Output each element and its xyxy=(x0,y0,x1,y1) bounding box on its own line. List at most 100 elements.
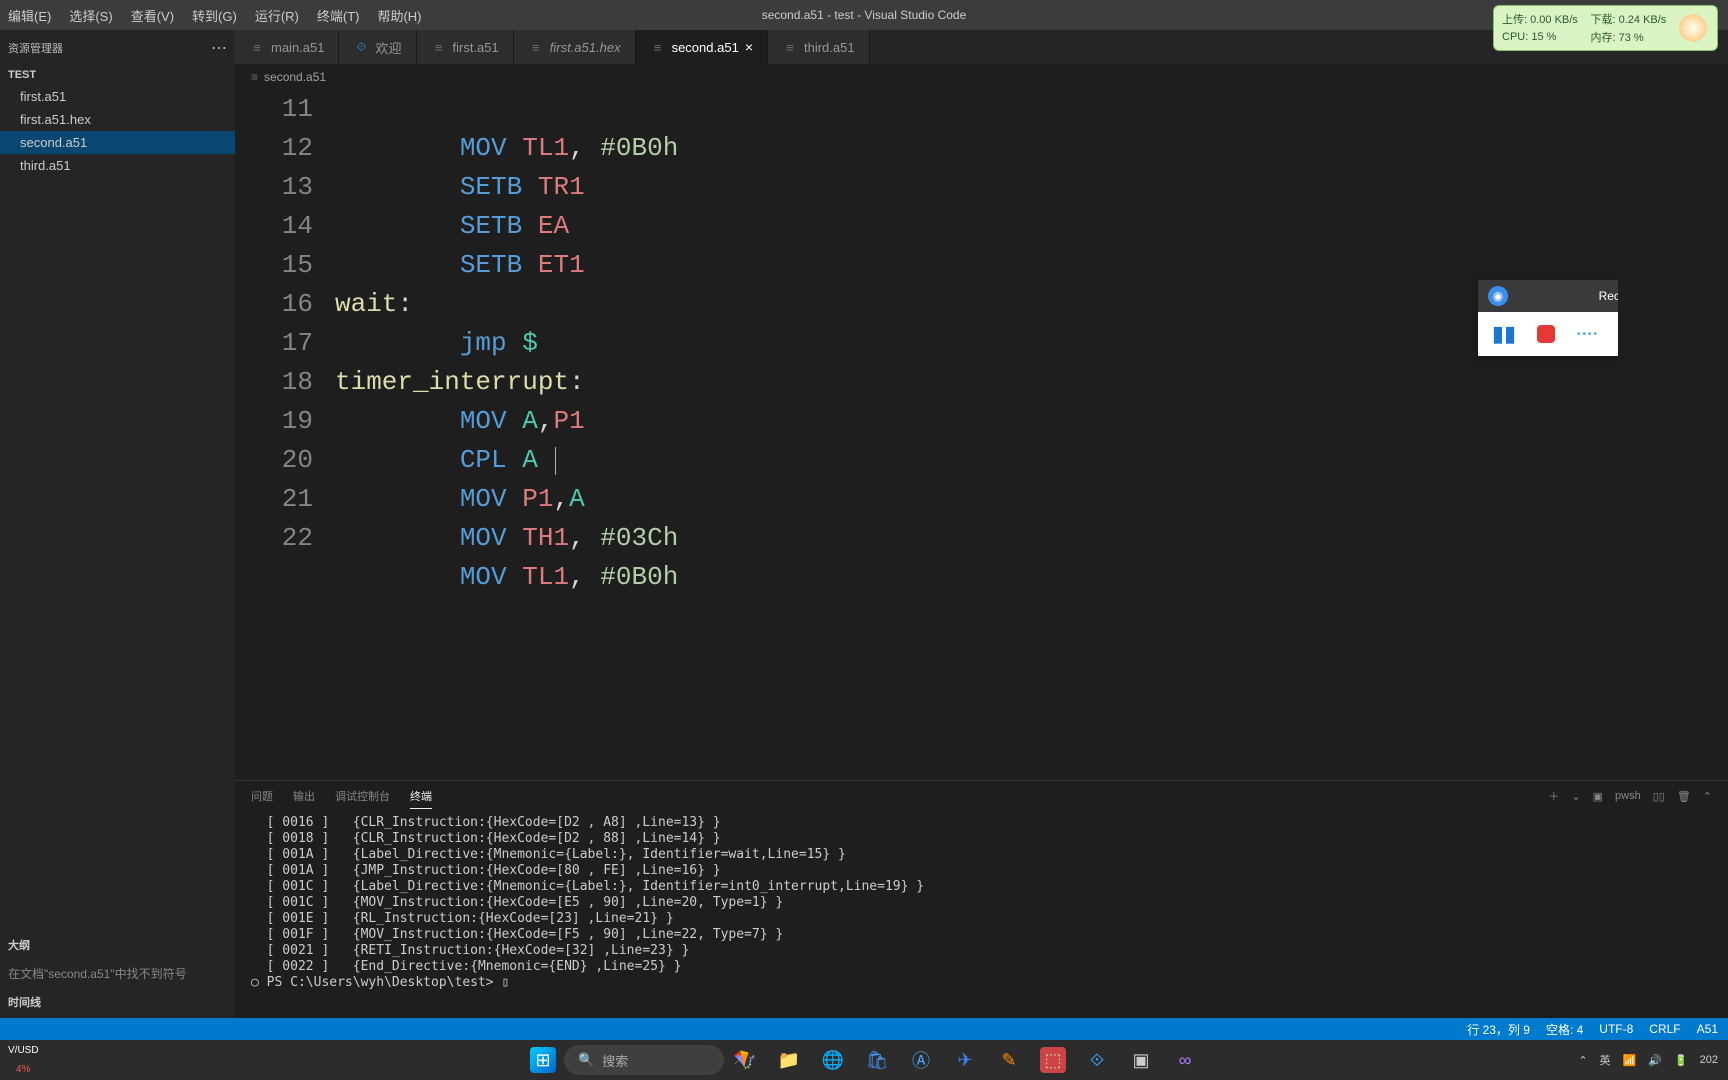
file-item[interactable]: first.a51.hex xyxy=(0,108,235,131)
file-icon: ≡ xyxy=(251,70,258,84)
wireshark-icon[interactable]: ⬚ xyxy=(1040,1047,1066,1073)
code-editor[interactable]: 111213141516171819202122 MOV TL1, #0B0h … xyxy=(235,90,1728,780)
taskbar-tray[interactable]: ⌃ 英 📶 🔊 🔋 202 xyxy=(1578,1052,1718,1068)
code-content[interactable]: MOV TL1, #0B0h SETB TR1 SETB EA SETB ET1… xyxy=(335,90,1618,780)
vscode-icon[interactable]: ⟐ xyxy=(1084,1047,1110,1073)
code-line[interactable]: SETB TR1 xyxy=(335,168,1618,207)
tab-label: 欢迎 xyxy=(375,38,401,57)
editor-tab[interactable]: ≡main.a51 xyxy=(235,30,339,64)
file-icon: ≡ xyxy=(431,39,447,55)
panel-tab[interactable]: 终端 xyxy=(410,784,432,809)
status-encoding[interactable]: UTF-8 xyxy=(1599,1022,1633,1036)
performance-overlay: 上传: 0.00 KB/s 下载: 0.24 KB/s CPU: 15 % 内存… xyxy=(1493,5,1718,51)
code-line[interactable]: CPL A xyxy=(335,441,1618,480)
menu-bar: 编辑(E) 选择(S) 查看(V) 转到(G) 运行(R) 终端(T) 帮助(H) xyxy=(8,0,422,30)
ticker-symbol: V/USD xyxy=(8,1045,39,1056)
vscode-icon: ⟐ xyxy=(353,39,369,55)
panel-tabs: 问题输出调试控制台终端 ＋ ⌄ ▣ pwsh ▯▯ 🗑 ⌃ xyxy=(235,781,1728,811)
tray-chevron-icon[interactable]: ⌃ xyxy=(1578,1054,1587,1067)
editor-tab[interactable]: ≡second.a51× xyxy=(636,30,768,64)
folder-label[interactable]: TEST xyxy=(0,65,235,85)
code-line[interactable]: MOV A,P1 xyxy=(335,402,1618,441)
text-caret xyxy=(555,447,556,475)
editor-region: ≡main.a51⟐欢迎≡first.a51≡first.a51.hex≡sec… xyxy=(235,30,1728,1018)
feishu-icon[interactable]: ✈ xyxy=(952,1047,978,1073)
code-line[interactable]: MOV P1,A xyxy=(335,480,1618,519)
file-icon: ≡ xyxy=(249,39,265,55)
line-number-gutter: 111213141516171819202122 xyxy=(235,90,335,780)
editor-tab[interactable]: ≡third.a51 xyxy=(768,30,870,64)
bottom-panel: 问题输出调试控制台终端 ＋ ⌄ ▣ pwsh ▯▯ 🗑 ⌃ [ 0016 ] {… xyxy=(235,780,1728,1018)
terminal-output[interactable]: [ 0016 ] {CLR_Instruction:{HexCode=[D2 ,… xyxy=(235,811,1728,1018)
terminal-dropdown-icon[interactable]: ⌄ xyxy=(1571,790,1580,803)
app-store-icon[interactable]: Ⓐ xyxy=(908,1047,934,1073)
visualstudio-icon[interactable]: ∞ xyxy=(1172,1047,1198,1073)
code-line[interactable]: MOV TL1, #0B0h xyxy=(335,129,1618,168)
code-line[interactable]: SETB ET1 xyxy=(335,246,1618,285)
wifi-icon[interactable]: 📶 xyxy=(1623,1054,1637,1067)
split-terminal-icon[interactable]: ▯▯ xyxy=(1653,790,1665,803)
outline-section[interactable]: 大纲 xyxy=(0,929,235,961)
status-eol[interactable]: CRLF xyxy=(1649,1022,1680,1036)
panel-actions: ＋ ⌄ ▣ pwsh ▯▯ 🗑 ⌃ xyxy=(1548,788,1712,804)
new-terminal-icon[interactable]: ＋ xyxy=(1548,788,1559,804)
editor-tab[interactable]: ⟐ 欢迎 xyxy=(339,30,416,64)
breadcrumb-file: second.a51 xyxy=(264,70,326,84)
explorer-more-icon[interactable]: ⋯ xyxy=(211,38,227,58)
timeline-section[interactable]: 时间线 xyxy=(0,986,235,1018)
code-line[interactable]: timer_interrupt: xyxy=(335,363,1618,402)
store-icon[interactable]: 🛍 xyxy=(864,1047,890,1073)
menu-item[interactable]: 运行(R) xyxy=(255,6,299,25)
editor-tab[interactable]: ≡ first.a51 xyxy=(417,30,514,64)
code-line[interactable]: MOV TL1, #0B0h xyxy=(335,558,1618,597)
search-icon: 🔍 xyxy=(578,1052,594,1068)
file-item[interactable]: third.a51 xyxy=(0,154,235,177)
taskbar-ticker[interactable]: V/USD 4% xyxy=(8,1045,39,1075)
panel-tab[interactable]: 调试控制台 xyxy=(335,784,390,808)
menu-item[interactable]: 查看(V) xyxy=(131,6,174,25)
panel-maximize-icon[interactable]: ⌃ xyxy=(1703,790,1712,803)
ime-label[interactable]: 英 xyxy=(1600,1052,1611,1068)
explorer-icon[interactable]: 📁 xyxy=(776,1047,802,1073)
editor-tab[interactable]: ≡first.a51.hex xyxy=(514,30,636,64)
taskbar: V/USD 4% ⊞ 🔍 搜索 🪁 📁 🌐 🛍 Ⓐ ✈ ✎ ⬚ ⟐ ▣ ∞ ⌃ … xyxy=(0,1040,1728,1080)
outline-message: 在文档"second.a51"中找不到符号 xyxy=(0,961,235,986)
menu-item[interactable]: 选择(S) xyxy=(69,6,112,25)
status-line-col[interactable]: 行 23，列 9 xyxy=(1467,1021,1530,1038)
ticker-change: 4% xyxy=(16,1064,30,1075)
code-line[interactable]: SETB EA xyxy=(335,207,1618,246)
close-icon[interactable]: × xyxy=(745,39,753,55)
panel-tab[interactable]: 问题 xyxy=(251,784,273,808)
panel-tab[interactable]: 输出 xyxy=(293,784,315,808)
battery-icon[interactable]: 🔋 xyxy=(1674,1054,1688,1067)
start-button[interactable]: ⊞ xyxy=(530,1047,556,1073)
menu-item[interactable]: 帮助(H) xyxy=(377,6,421,25)
minimap[interactable] xyxy=(1618,90,1728,780)
code-line[interactable]: MOV TH1, #03Ch xyxy=(335,519,1618,558)
explorer-title: 资源管理器 xyxy=(8,40,63,56)
status-language[interactable]: A51 xyxy=(1697,1022,1718,1036)
perf-memory: 内存: 73 % xyxy=(1591,29,1680,45)
code-line[interactable]: wait: xyxy=(335,285,1618,324)
copilot-icon[interactable]: 🪁 xyxy=(732,1047,758,1073)
tab-label: third.a51 xyxy=(804,40,855,55)
clock-year[interactable]: 202 xyxy=(1700,1054,1718,1066)
menu-item[interactable]: 终端(T) xyxy=(317,6,360,25)
tab-label: first.a51 xyxy=(453,40,499,55)
breadcrumb[interactable]: ≡ second.a51 xyxy=(235,64,1728,90)
code-line[interactable]: jmp $ xyxy=(335,324,1618,363)
edge-icon[interactable]: 🌐 xyxy=(820,1047,846,1073)
status-spaces[interactable]: 空格: 4 xyxy=(1546,1021,1583,1038)
menu-item[interactable]: 编辑(E) xyxy=(8,6,51,25)
trash-icon[interactable]: 🗑 xyxy=(1677,790,1691,803)
file-item[interactable]: first.a51 xyxy=(0,85,235,108)
editor-icon[interactable]: ✎ xyxy=(996,1047,1022,1073)
taskbar-search[interactable]: 🔍 搜索 xyxy=(564,1045,724,1075)
terminal-shell-label[interactable]: pwsh xyxy=(1615,790,1641,802)
window-title: second.a51 - test - Visual Studio Code xyxy=(762,8,967,22)
menu-item[interactable]: 转到(G) xyxy=(192,6,237,25)
code-line[interactable] xyxy=(335,90,1618,129)
volume-icon[interactable]: 🔊 xyxy=(1648,1054,1662,1067)
file-item[interactable]: second.a51 xyxy=(0,131,235,154)
terminal-icon[interactable]: ▣ xyxy=(1128,1047,1154,1073)
